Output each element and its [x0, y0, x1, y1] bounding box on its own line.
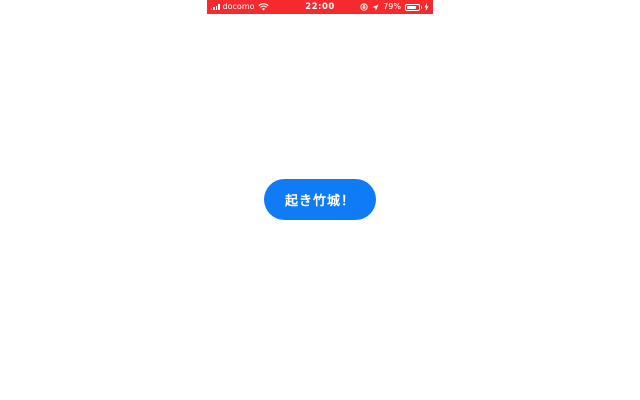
battery-icon	[405, 3, 422, 11]
app-screen: docomo 22:00 79% 起き竹城！	[0, 0, 640, 400]
status-bar: docomo 22:00 79%	[207, 0, 433, 14]
status-bar-right: 79%	[360, 0, 429, 14]
battery-level	[407, 5, 416, 9]
charging-icon	[424, 3, 429, 11]
location-icon	[372, 3, 379, 11]
battery-percent: 79%	[383, 2, 401, 11]
orientation-lock-icon	[360, 3, 368, 11]
wake-up-button[interactable]: 起き竹城！	[264, 179, 376, 220]
